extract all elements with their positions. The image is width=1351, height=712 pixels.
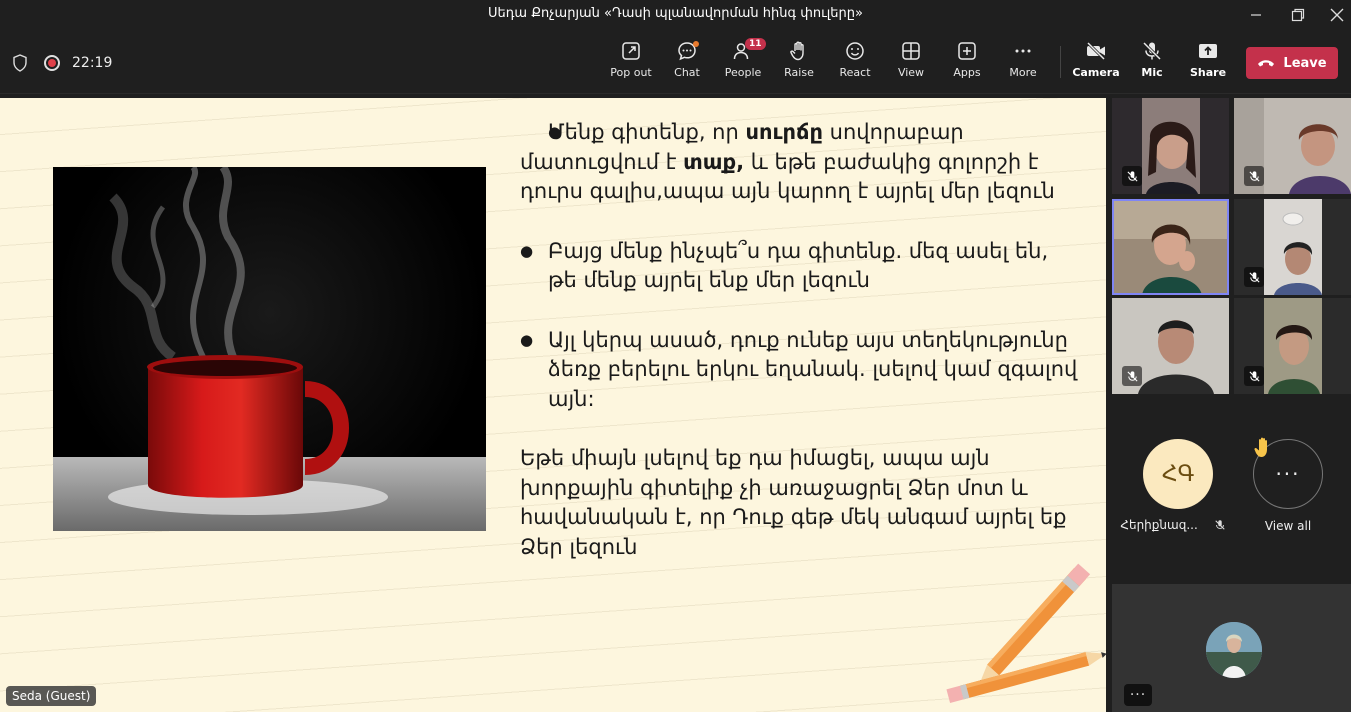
raise-hand-button[interactable]: Raise bbox=[771, 40, 827, 88]
raise-label: Raise bbox=[784, 66, 814, 79]
slide-text-block: Մենք գիտենք, որ սուրճը սովորաբար մատուցվ… bbox=[520, 118, 1080, 562]
mic-button[interactable]: Mic bbox=[1124, 40, 1180, 88]
mic-off-icon bbox=[1214, 520, 1225, 530]
mic-off-icon bbox=[1126, 370, 1138, 382]
raised-hand-icon bbox=[1253, 435, 1275, 465]
participant-tile-speaking[interactable] bbox=[1112, 199, 1229, 295]
participant-initials-avatar[interactable]: ՀԳ bbox=[1143, 439, 1213, 509]
close-icon bbox=[1330, 8, 1344, 22]
recording-icon bbox=[44, 55, 60, 71]
muted-indicator bbox=[1244, 366, 1264, 386]
participants-panel: ՀԳ Հերիքնազ... ··· View all ··· bbox=[1108, 98, 1351, 712]
self-view: ··· bbox=[1112, 584, 1351, 712]
presenter-name-tag: Seda (Guest) bbox=[6, 686, 97, 706]
share-label: Share bbox=[1189, 66, 1227, 79]
more-icon bbox=[1015, 49, 1031, 53]
smiley-icon bbox=[846, 42, 864, 60]
slide-bullet-1: Մենք գիտենք, որ սուրճը սովորաբար մատուցվ… bbox=[520, 118, 1080, 207]
shield-icon bbox=[13, 54, 27, 72]
react-label: React bbox=[839, 66, 871, 79]
people-count-badge: 11 bbox=[745, 38, 766, 50]
meeting-toolbar: 22:19 Pop out Chat 11 People Raise React… bbox=[0, 30, 1351, 94]
participant-tile[interactable] bbox=[1234, 298, 1351, 394]
coffee-mug-photo bbox=[53, 167, 486, 531]
self-avatar-photo bbox=[1206, 622, 1262, 678]
people-button[interactable]: 11 People bbox=[715, 38, 771, 88]
participant-tile[interactable] bbox=[1234, 98, 1351, 194]
title-bar: Սեդա Քոչարյան «Դասի պլանավորման հինգ փու… bbox=[0, 0, 1351, 30]
camera-label: Camera bbox=[1072, 66, 1120, 79]
coffee-mug-illustration bbox=[53, 167, 486, 531]
participant-tile[interactable] bbox=[1234, 199, 1351, 295]
slide-bullet-2: Բայց մենք ինչպե՞ս դա գիտենք. մեզ ասել են… bbox=[520, 237, 1080, 296]
muted-indicator bbox=[1244, 267, 1264, 287]
participant-tile[interactable] bbox=[1112, 298, 1229, 394]
participant-name-label: Հերիքնազ... bbox=[1118, 518, 1228, 532]
react-button[interactable]: React bbox=[827, 40, 883, 88]
pencils-decoration bbox=[946, 563, 1106, 703]
people-label: People bbox=[724, 66, 762, 79]
camera-button[interactable]: Camera bbox=[1068, 40, 1124, 88]
view-all-label: View all bbox=[1264, 519, 1312, 533]
self-avatar[interactable] bbox=[1206, 622, 1262, 678]
mic-off-icon bbox=[1248, 170, 1260, 182]
bullet1-bold-hot: տաք, bbox=[683, 149, 745, 174]
chat-unread-dot bbox=[693, 41, 699, 47]
meeting-timer: 22:19 bbox=[72, 55, 113, 71]
restore-icon bbox=[1291, 8, 1305, 22]
view-button[interactable]: View bbox=[883, 40, 939, 88]
slide-bullet-3: Այլ կերպ ասած, դուք ունեք այս տեղեկությո… bbox=[520, 326, 1080, 415]
more-button[interactable]: More bbox=[995, 40, 1051, 88]
hand-icon bbox=[790, 41, 804, 61]
bullet1-part-a: Մենք գիտենք, որ bbox=[548, 120, 746, 144]
grid-icon bbox=[902, 42, 920, 60]
more-label: More bbox=[1009, 66, 1037, 79]
mic-off-icon bbox=[1248, 370, 1260, 382]
muted-indicator bbox=[1122, 366, 1142, 386]
mic-off-icon bbox=[1126, 170, 1138, 182]
mic-label: Mic bbox=[1141, 66, 1163, 79]
participant-tile[interactable] bbox=[1112, 98, 1229, 194]
share-button[interactable]: Share bbox=[1180, 40, 1236, 88]
muted-indicator bbox=[1122, 166, 1142, 186]
apps-label: Apps bbox=[953, 66, 981, 79]
apps-button[interactable]: Apps bbox=[939, 40, 995, 88]
toolbar-divider bbox=[1060, 46, 1061, 78]
pop-out-label: Pop out bbox=[610, 66, 652, 79]
mic-off-icon bbox=[1248, 271, 1260, 283]
participant-name: Հերիքնազ... bbox=[1120, 518, 1198, 532]
mic-off-icon bbox=[1142, 41, 1162, 61]
phone-hangup-icon bbox=[1258, 60, 1275, 67]
pop-out-icon bbox=[622, 42, 640, 60]
window-title: Սեդա Քոչարյան «Դասի պլանավորման հինգ փու… bbox=[488, 6, 863, 21]
participant-video bbox=[1112, 199, 1229, 295]
chat-label: Chat bbox=[674, 66, 700, 79]
bullet1-bold-coffee: սուրճը bbox=[745, 120, 823, 144]
view-label: View bbox=[897, 66, 925, 79]
minimize-icon bbox=[1251, 14, 1261, 16]
pop-out-button[interactable]: Pop out bbox=[603, 40, 659, 88]
muted-indicator bbox=[1244, 166, 1264, 186]
add-icon bbox=[958, 42, 976, 60]
share-icon bbox=[1199, 44, 1217, 58]
self-view-more-button[interactable]: ··· bbox=[1124, 684, 1152, 706]
shared-slide: Մենք գիտենք, որ սուրճը սովորաբար մատուցվ… bbox=[0, 98, 1106, 712]
leave-button[interactable]: Leave bbox=[1246, 47, 1338, 79]
maximize-button[interactable] bbox=[1277, 0, 1319, 30]
minimize-button[interactable] bbox=[1235, 0, 1277, 30]
camera-off-icon bbox=[1086, 41, 1106, 61]
leave-label: Leave bbox=[1283, 55, 1327, 71]
close-button[interactable] bbox=[1316, 0, 1351, 30]
chat-button[interactable]: Chat bbox=[659, 40, 715, 88]
